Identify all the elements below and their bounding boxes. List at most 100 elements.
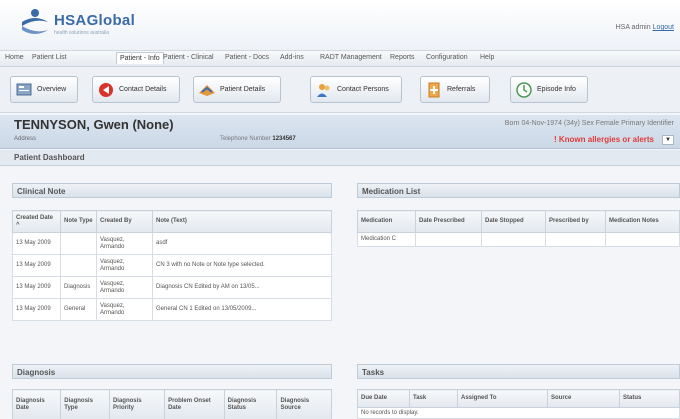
app-header: HSAGlobal health solutions australia HSA… — [0, 0, 680, 50]
contact-persons-button[interactable]: Contact Persons — [310, 76, 402, 103]
patient-name: TENNYSON, Gwen (None) — [14, 117, 174, 132]
column-header[interactable]: Diagnosis Status — [223, 389, 278, 419]
cell — [60, 232, 97, 255]
logout-link[interactable]: Logout — [653, 24, 674, 31]
column-header[interactable]: Problem Onset Date — [164, 389, 225, 419]
column-header[interactable]: Date Stopped — [481, 210, 546, 233]
chevron-down-icon[interactable]: ▼ — [662, 135, 674, 145]
logo-icon — [22, 9, 48, 34]
cell: General CN 1 Edited on 13/05/2009... — [152, 298, 332, 321]
column-header[interactable]: Date Prescribed — [415, 210, 482, 233]
overview-icon — [16, 83, 32, 96]
column-header[interactable]: Due Date — [357, 389, 410, 408]
patient-toolbar: Overview Contact Details Patient Details… — [0, 67, 680, 113]
cell: Vasquez, Armando — [96, 276, 153, 299]
column-header[interactable]: Note (Text) — [152, 210, 332, 233]
referrals-icon — [428, 82, 440, 98]
episode-info-icon — [516, 82, 532, 98]
column-header[interactable]: Task — [409, 389, 458, 408]
cell — [605, 232, 680, 247]
menu-add-ins[interactable]: Add-ins — [280, 54, 304, 61]
brand-tagline: health solutions australia — [54, 30, 110, 36]
column-header[interactable]: Status — [619, 389, 680, 408]
medication-list-header: Medication List — [357, 183, 680, 198]
cell: Vasquez, Armando — [96, 254, 153, 277]
patient-demographics: Born 04-Nov-1974 (34y) Sex Female Primar… — [504, 120, 674, 127]
diagnosis-table: Diagnosis Date Diagnosis Type Diagnosis … — [11, 389, 332, 419]
overview-button[interactable]: Overview — [10, 76, 78, 103]
cell: General — [60, 298, 97, 321]
column-header[interactable]: Diagnosis Date — [11, 389, 62, 419]
cell: 13 May 2009 — [12, 298, 61, 321]
cell: 13 May 2009 — [12, 254, 61, 277]
referrals-button[interactable]: Referrals — [420, 76, 490, 103]
column-header[interactable]: Diagnosis Type — [60, 389, 110, 419]
user-name: HSA admin — [615, 24, 651, 31]
patient-details-button[interactable]: Patient Details — [193, 76, 281, 103]
table-row[interactable]: 13 May 2009 General Vasquez, Armando Gen… — [12, 298, 332, 321]
table-header-row: Created Date ^ Note Type Created By Note… — [12, 210, 332, 233]
column-header[interactable]: Created By — [96, 210, 153, 233]
tasks-table: Due Date Task Assigned To Source Status … — [357, 389, 680, 419]
telephone-info: Telephone Number 1234567 — [220, 136, 296, 142]
brand-name: HSAGlobal — [54, 12, 136, 29]
column-header[interactable]: Created Date ^ — [12, 210, 61, 233]
table-header-row: Medication Date Prescribed Date Stopped … — [357, 210, 680, 233]
contact-details-icon — [99, 83, 113, 97]
menu-configuration[interactable]: Configuration — [426, 54, 468, 61]
column-header[interactable]: Medication — [357, 210, 416, 233]
cell — [545, 232, 606, 247]
cell — [481, 232, 546, 247]
clinical-note-header: Clinical Note — [12, 183, 332, 198]
column-header[interactable]: Source — [547, 389, 620, 408]
cell: Diagnosis — [60, 276, 97, 299]
cell: Vasquez, Armando — [96, 232, 153, 255]
patient-details-label: Patient Details — [220, 86, 266, 93]
overview-label: Overview — [37, 86, 67, 93]
table-row: No records to display. — [357, 407, 680, 419]
contact-details-label: Contact Details — [119, 86, 167, 93]
main-menu: Home Patient List Patient - Info Patient… — [0, 50, 680, 67]
patient-banner: TENNYSON, Gwen (None) Address Telephone … — [0, 115, 680, 149]
cell — [60, 254, 97, 277]
table-row[interactable]: Medication C — [357, 232, 680, 247]
menu-patient-clinical[interactable]: Patient - Clinical — [163, 54, 214, 61]
column-header[interactable]: Medication Notes — [605, 210, 680, 233]
cell: Vasquez, Armando — [96, 298, 153, 321]
cell: asdf — [152, 232, 332, 255]
telephone-label: Telephone Number — [220, 136, 271, 142]
cell: 13 May 2009 — [12, 276, 61, 299]
medication-table: Medication Date Prescribed Date Stopped … — [357, 210, 680, 247]
column-header[interactable]: Diagnosis Priority — [108, 389, 166, 419]
column-header[interactable]: Prescribed by — [545, 210, 606, 233]
episode-info-button[interactable]: Episode Info — [510, 76, 588, 103]
hsaglobal-logo[interactable]: HSAGlobal health solutions australia — [20, 8, 150, 42]
user-info: HSA admin Logout — [616, 24, 674, 31]
column-header[interactable]: Diagnosis Source — [276, 389, 332, 419]
patient-details-icon — [199, 85, 215, 96]
column-header[interactable]: Assigned To — [457, 389, 548, 408]
empty-message: No records to display. — [357, 407, 680, 419]
menu-help[interactable]: Help — [480, 54, 494, 61]
column-header[interactable]: Note Type — [60, 210, 97, 233]
referrals-label: Referrals — [447, 86, 476, 93]
cell: Medication C — [357, 232, 416, 247]
menu-patient-info[interactable]: Patient - Info — [116, 52, 164, 64]
clinical-note-table: Created Date ^ Note Type Created By Note… — [12, 210, 332, 321]
table-row[interactable]: 13 May 2009 Diagnosis Vasquez, Armando D… — [12, 276, 332, 299]
menu-reports[interactable]: Reports — [390, 54, 415, 61]
cell: Diagnosis CN Edited by AM on 13/05... — [152, 276, 332, 299]
table-row[interactable]: 13 May 2009 Vasquez, Armando asdf — [12, 232, 332, 255]
menu-patient-docs[interactable]: Patient - Docs — [225, 54, 269, 61]
contact-details-button[interactable]: Contact Details — [92, 76, 180, 103]
table-row[interactable]: 13 May 2009 Vasquez, Armando CN 3 with n… — [12, 254, 332, 277]
allergy-alert[interactable]: ! Known allergies or alerts — [554, 135, 654, 144]
cell: CN 3 with no Note or Note type selected. — [152, 254, 332, 277]
menu-home[interactable]: Home — [5, 54, 24, 61]
cell — [415, 232, 482, 247]
menu-patient-list[interactable]: Patient List — [32, 54, 67, 61]
address-label: Address — [14, 136, 37, 142]
contact-persons-icon — [317, 84, 330, 97]
tasks-header: Tasks — [357, 364, 680, 379]
menu-radt-management[interactable]: RADT Management — [320, 54, 382, 61]
